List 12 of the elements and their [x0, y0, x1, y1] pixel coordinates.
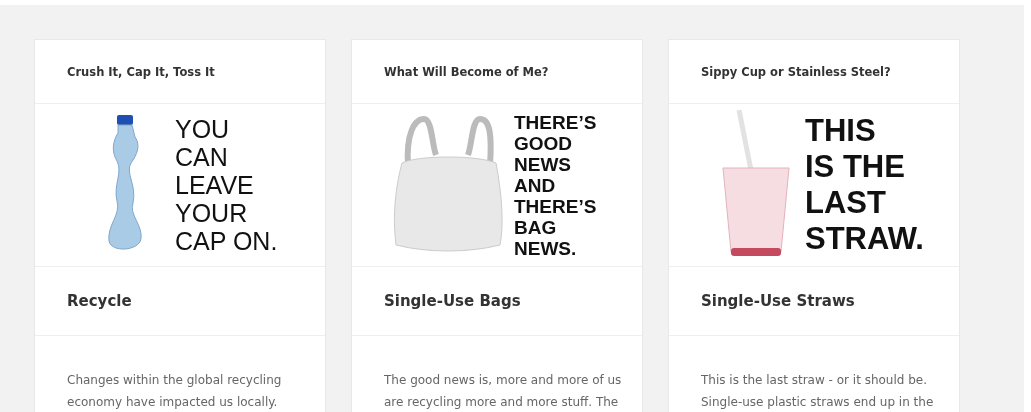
card-kicker: What Will Become of Me?: [384, 64, 549, 79]
ad-slogan: THERE’S GOOD NEWS AND THERE’S BAG NEWS.: [514, 111, 597, 259]
card-title: Single-Use Bags: [384, 292, 521, 310]
card-description: The good news is, more and more of us are recycling more and more stuff. The: [384, 372, 623, 411]
card-description: Changes within the global recycling economy have impacted us locally.: [67, 372, 283, 411]
card-kicker: Sippy Cup or Stainless Steel?: [701, 64, 891, 79]
ad-slogan: THIS IS THE LAST STRAW.: [805, 113, 924, 257]
card-description: This is the last straw - or it should be. Single-use plastic straws end up in the: [701, 372, 935, 411]
ad-slogan: YOU CAN LEAVE YOUR CAP ON.: [175, 115, 278, 255]
card-title: Single-Use Straws: [701, 292, 855, 310]
card-kicker: Crush It, Cap It, Toss It: [67, 64, 215, 79]
card-title: Recycle: [67, 292, 132, 310]
